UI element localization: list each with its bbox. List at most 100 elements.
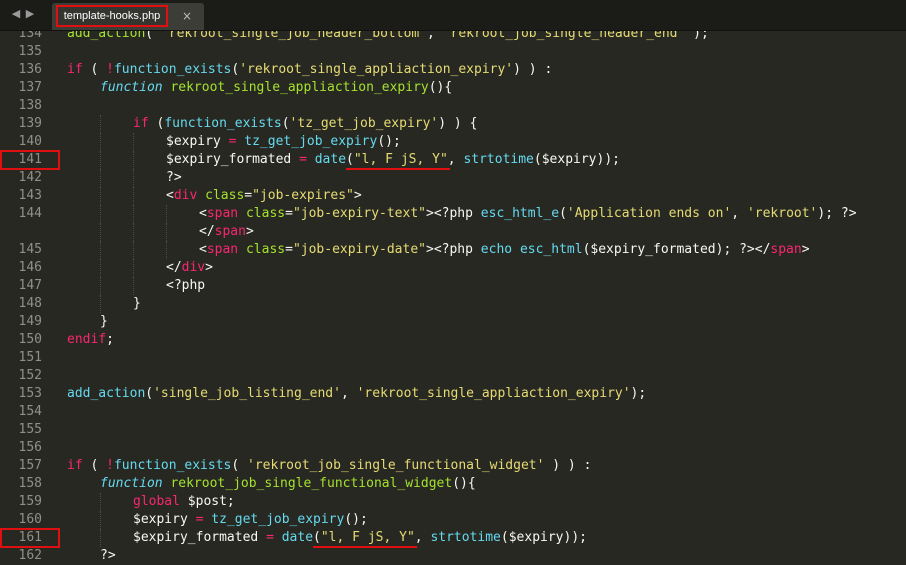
indent-guide [100, 115, 101, 133]
code-line[interactable]: 144 <span class="job-expiry-text"><?php e… [0, 205, 906, 223]
line-number: 160 [18, 512, 42, 527]
code-token: = [244, 188, 253, 203]
indent-guide [100, 493, 101, 511]
code-line[interactable]: 151 [0, 349, 906, 367]
code-line[interactable]: 136 if ( !function_exists('rekroot_single… [0, 61, 906, 79]
code-line[interactable]: 140 $expiry = tz_get_job_expiry(); [0, 133, 906, 151]
code-token: $expiry_formated [166, 152, 300, 167]
code-area[interactable]: 134 add_action( 'rekroot_single_job_heade… [0, 31, 906, 565]
code-text: add_action( 'rekroot_single_job_header_b… [67, 31, 709, 43]
code-line[interactable]: 152 [0, 367, 906, 385]
code-token: ?> [166, 170, 182, 185]
code-token: strtotime [463, 152, 534, 167]
code-line[interactable]: 158 function rekroot_job_single_functiona… [0, 475, 906, 493]
code-line[interactable]: 135 [0, 43, 906, 61]
code-token: rekroot_job_single_functional_widget [170, 476, 453, 491]
code-token: 'rekroot_job_single_header_end' [442, 31, 686, 41]
nav-forward-icon[interactable]: ▶ [24, 8, 36, 20]
code-token: > [205, 260, 213, 275]
code-token: ) ) : [544, 458, 592, 473]
code-token: ($expiry_formated); ?></ [582, 242, 771, 257]
indent-guide [100, 223, 101, 241]
code-token: rekroot_single_appliaction_expiry [170, 80, 429, 95]
code-token: span [206, 242, 239, 257]
line-number: 151 [18, 350, 42, 365]
nav-back-icon[interactable]: ◀ [10, 8, 22, 20]
code-line[interactable]: 153 add_action('single_job_listing_end', … [0, 385, 906, 403]
code-line[interactable]: 150 endif; [0, 331, 906, 349]
code-token: 'rekroot_single_appliaction_expiry' [239, 62, 514, 77]
code-text: } [133, 295, 141, 313]
code-text: if ( !function_exists('rekroot_single_ap… [67, 61, 552, 79]
code-token: ( [346, 152, 354, 167]
code-line[interactable]: 149} [0, 313, 906, 331]
code-line[interactable]: 142 ?> [0, 169, 906, 187]
line-number-highlight [0, 150, 60, 170]
code-text: <span class="job-expiry-date"><?php echo… [199, 241, 810, 259]
line-number: 144 [18, 206, 42, 221]
code-text: $expiry = tz_get_job_expiry(); [133, 511, 368, 529]
code-line[interactable]: 143 <div class="job-expires"> [0, 187, 906, 205]
code-token: "job-expiry-date" [292, 242, 426, 257]
code-line[interactable]: 161 $expiry_formated = date("l, F jS, Y",… [0, 528, 906, 548]
code-line[interactable]: 154 [0, 403, 906, 421]
code-line[interactable]: 155 [0, 421, 906, 439]
code-line[interactable]: </span> [0, 223, 906, 241]
line-number: 134 [18, 31, 42, 41]
code-text: <div class="job-expires"> [166, 187, 362, 205]
code-editor[interactable]: 134 add_action( 'rekroot_single_job_heade… [0, 31, 906, 565]
line-number: 154 [18, 404, 42, 419]
code-line[interactable]: 134 add_action( 'rekroot_single_job_heade… [0, 31, 906, 43]
tab-label: template-hooks.php [56, 5, 168, 27]
code-token: if [67, 458, 83, 473]
code-text: function rekroot_single_appliaction_expi… [100, 79, 452, 97]
tab-template-hooks[interactable]: template-hooks.php × [52, 3, 204, 30]
code-token: <?php [433, 242, 481, 257]
code-token: < [166, 188, 174, 203]
code-token: , [447, 152, 464, 167]
code-line[interactable]: 162 ?> [0, 547, 906, 565]
code-line[interactable]: 137 function rekroot_single_appliaction_e… [0, 79, 906, 97]
code-token: ($expiry)); [533, 152, 620, 167]
code-line[interactable]: 160 $expiry = tz_get_job_expiry(); [0, 511, 906, 529]
close-icon[interactable]: × [180, 7, 194, 25]
line-number: 149 [18, 314, 42, 329]
code-text: $expiry_formated = date("l, F jS, Y", st… [133, 529, 587, 547]
code-token: endif [67, 332, 107, 347]
code-token: "job-expires" [252, 188, 354, 203]
code-token: > [353, 188, 362, 203]
code-token: = [299, 152, 307, 167]
code-token: } [100, 314, 108, 329]
code-line[interactable]: 139 if (function_exists('tz_get_job_expir… [0, 115, 906, 133]
code-token: > [426, 242, 434, 257]
code-token: ( [82, 62, 107, 77]
indent-guide [166, 241, 167, 259]
indent-guide [100, 187, 101, 205]
code-line[interactable]: 157 if ( !function_exists( 'rekroot_job_s… [0, 457, 906, 475]
code-token: add_action [67, 31, 146, 41]
code-token: 'rekroot' [746, 206, 818, 221]
code-line[interactable]: 148} [0, 295, 906, 313]
code-line[interactable]: 147 <?php [0, 277, 906, 295]
code-text: endif; [67, 331, 114, 349]
code-token: ! [106, 458, 114, 473]
line-number: 145 [18, 242, 42, 257]
code-token: = [266, 530, 274, 545]
code-token: function [100, 476, 163, 491]
code-line[interactable]: 146 </div> [0, 259, 906, 277]
code-line[interactable]: 159 global $post; [0, 493, 906, 511]
code-token: <?php [166, 278, 206, 293]
code-line[interactable]: 145 <span class="job-expiry-date"><?php e… [0, 241, 906, 259]
code-token: "l, F jS, Y" [320, 530, 415, 545]
code-token: esc_html [519, 242, 583, 257]
code-text: ?> [166, 169, 182, 187]
code-token: $post; [179, 494, 235, 509]
line-number: 152 [18, 368, 42, 383]
code-line[interactable]: 138 [0, 97, 906, 115]
line-number [0, 223, 42, 241]
code-token: ); [630, 386, 647, 401]
code-token: (){ [452, 476, 476, 491]
code-text: function rekroot_job_single_functional_w… [100, 475, 476, 493]
code-line[interactable]: 141 $expiry_formated = date("l, F jS, Y",… [0, 150, 906, 170]
code-line[interactable]: 156 [0, 439, 906, 457]
